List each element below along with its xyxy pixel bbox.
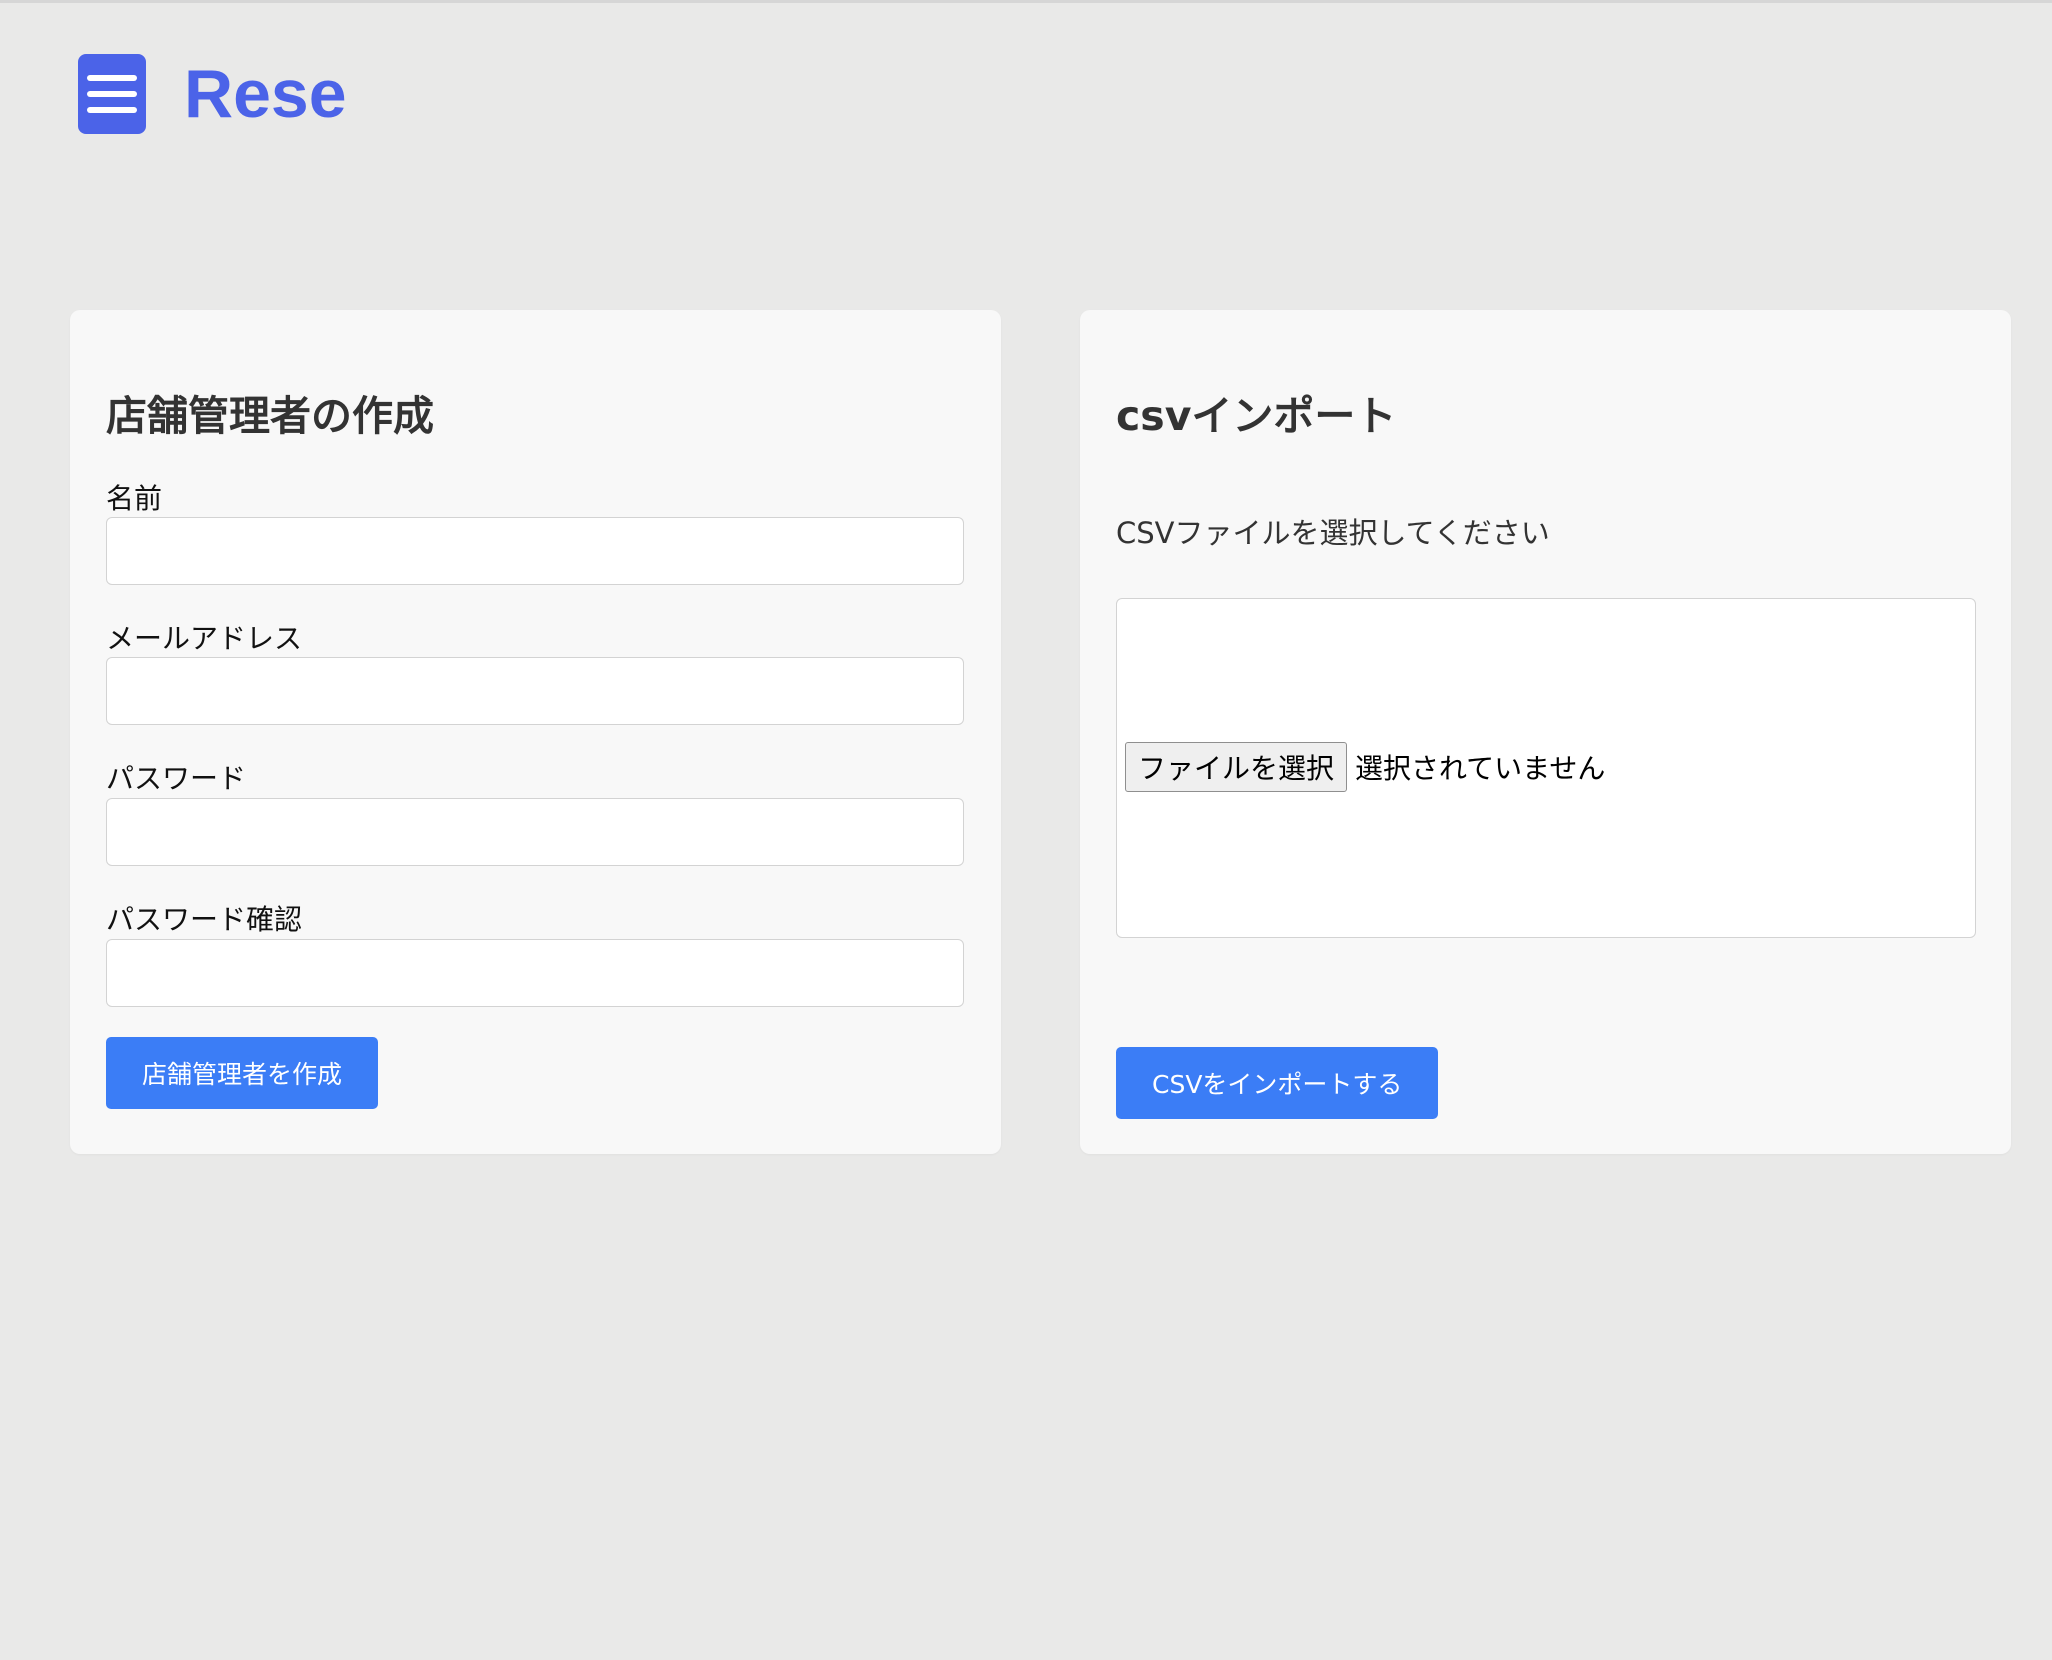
name-label: 名前 [106,482,163,515]
hamburger-menu-icon[interactable] [78,54,146,134]
header: Rese [78,54,347,134]
password-confirm-input[interactable] [106,939,964,1007]
email-label: メールアドレス [106,622,303,655]
menu-bar [87,91,137,97]
csv-import-title: csvインポート [1116,392,1397,440]
name-input[interactable] [106,517,964,585]
password-confirm-label: パスワード確認 [106,903,303,936]
create-manager-card: 店舗管理者の作成 名前 メールアドレス パスワード パスワード確認 店舗管理者を… [70,310,1001,1154]
menu-bar [87,107,137,113]
import-csv-button[interactable]: CSVをインポートする [1116,1047,1439,1119]
top-border [0,0,2052,3]
password-label: パスワード [106,762,247,795]
create-manager-button[interactable]: 店舗管理者を作成 [106,1037,379,1109]
menu-bar [87,75,137,81]
csv-instruction: CSVファイルを選択してください [1116,516,1550,550]
create-manager-title: 店舗管理者の作成 [106,392,434,440]
email-input[interactable] [106,657,964,725]
app-logo: Rese [184,56,347,132]
password-input[interactable] [106,798,964,866]
file-status: 選択されていません [1355,752,1606,785]
file-input[interactable]: ファイルを選択 選択されていません [1125,742,1605,792]
choose-file-button[interactable]: ファイルを選択 [1125,742,1348,792]
file-drop-area[interactable]: ファイルを選択 選択されていません [1116,598,1976,938]
csv-import-card: csvインポート CSVファイルを選択してください ファイルを選択 選択されてい… [1080,310,2011,1154]
